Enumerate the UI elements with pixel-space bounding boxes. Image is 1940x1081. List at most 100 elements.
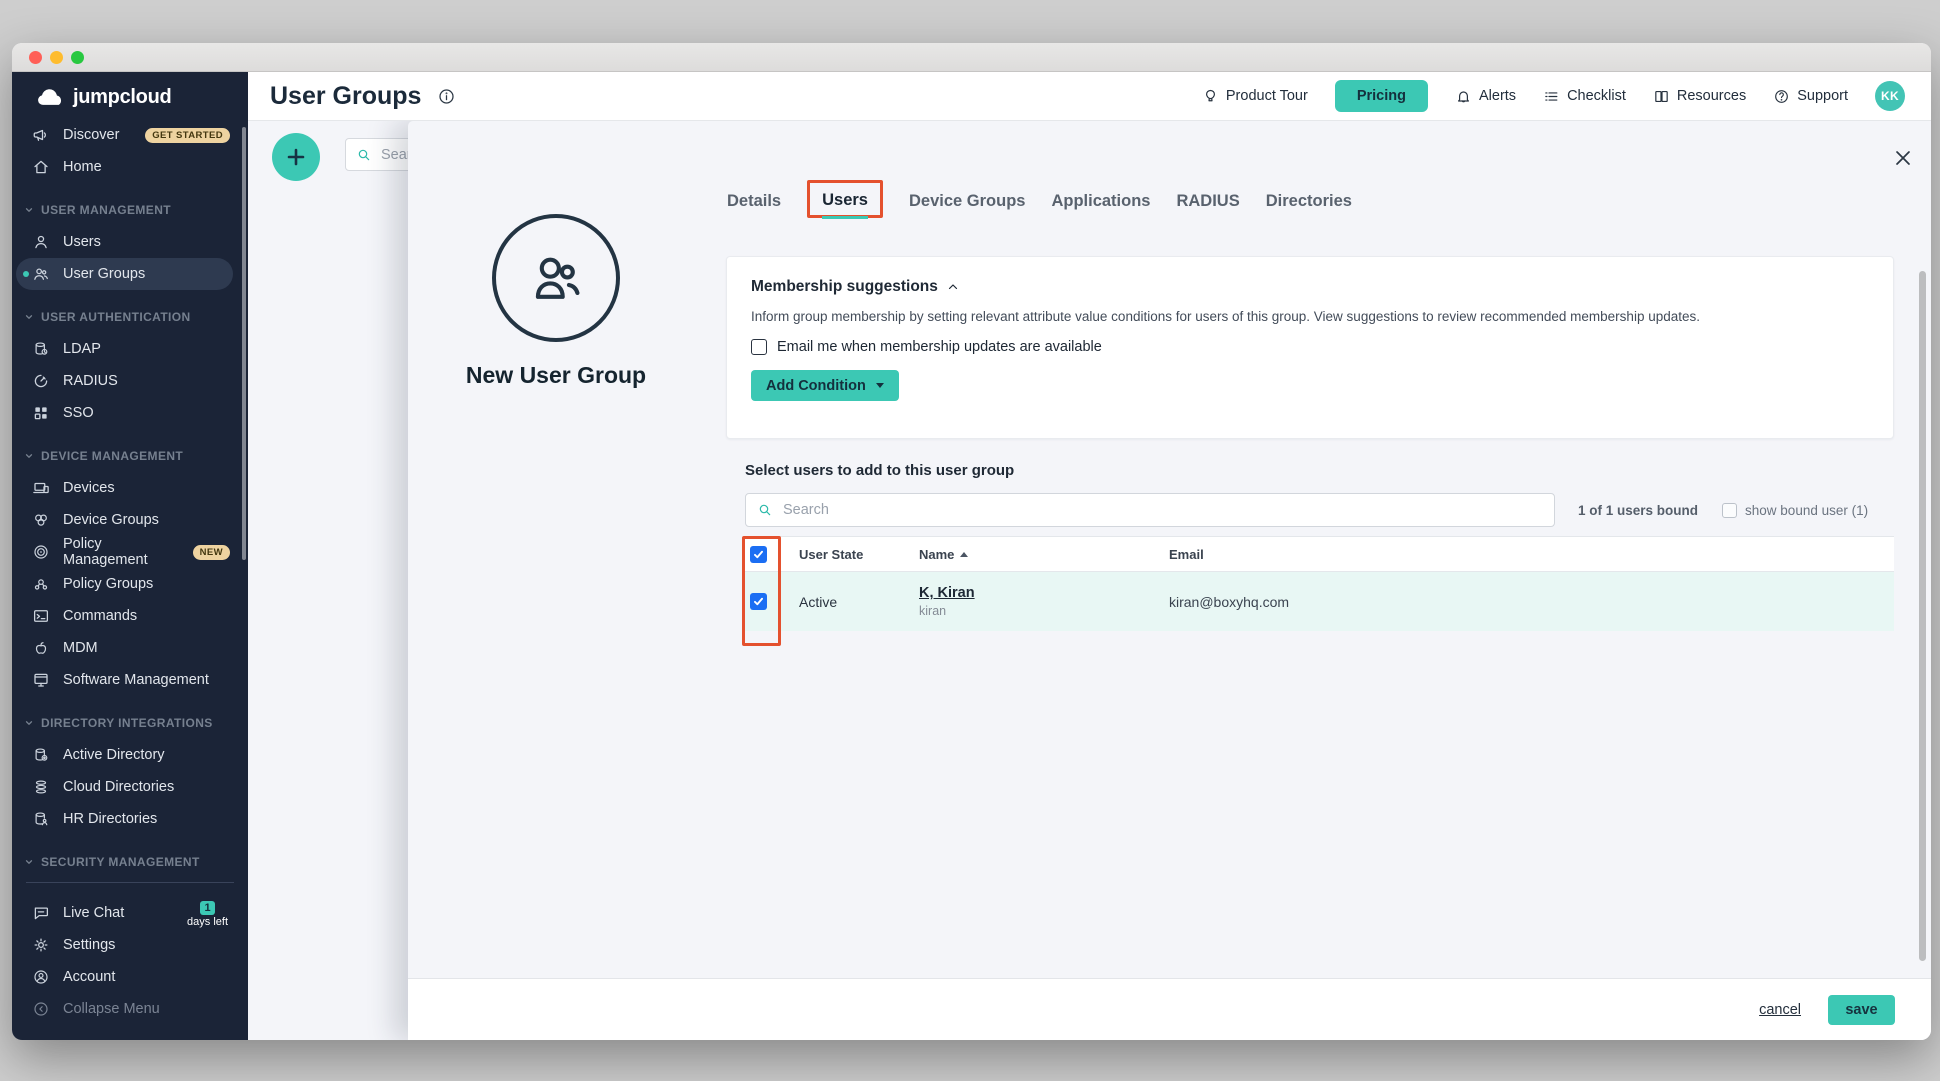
sidebar-section-device-management[interactable]: DEVICE MANAGEMENT <box>12 440 248 472</box>
sidebar-item-label: Settings <box>63 937 115 953</box>
window-minimize-button[interactable] <box>50 51 63 64</box>
resources-label: Resources <box>1677 88 1746 104</box>
tab-users[interactable]: Users <box>822 191 868 219</box>
email-updates-option[interactable]: Email me when membership updates are ava… <box>751 339 1869 355</box>
resources-button[interactable]: Resources <box>1653 88 1746 105</box>
account-icon <box>32 968 50 986</box>
column-email[interactable]: Email <box>1169 547 1894 562</box>
sidebar-item-device-groups[interactable]: Device Groups <box>12 504 248 536</box>
sidebar-item-label: HR Directories <box>63 811 157 827</box>
save-button[interactable]: save <box>1828 995 1895 1025</box>
add-user-group-button[interactable] <box>272 133 320 181</box>
section-label: DEVICE MANAGEMENT <box>41 449 183 463</box>
sidebar-scrollbar[interactable] <box>242 127 246 560</box>
tab-directories[interactable]: Directories <box>1266 192 1352 218</box>
user-group-detail-panel: New User Group Details Users Device Grou… <box>408 121 1931 1040</box>
sidebar-item-home[interactable]: Home <box>12 151 248 183</box>
info-icon[interactable] <box>437 87 456 106</box>
sidebar-item-label: Policy Groups <box>63 576 153 592</box>
ldap-database-icon <box>32 340 50 358</box>
sidebar-section-user-management[interactable]: USER MANAGEMENT <box>12 194 248 226</box>
tab-device-groups[interactable]: Device Groups <box>909 192 1025 218</box>
sso-grid-icon <box>32 404 50 422</box>
section-label: DIRECTORY INTEGRATIONS <box>41 716 213 730</box>
help-icon <box>1773 88 1790 105</box>
sidebar-item-hr-directories[interactable]: HR Directories <box>12 803 248 835</box>
user-name-link[interactable]: K, Kiran <box>919 585 1169 601</box>
get-started-badge: GET STARTED <box>145 128 230 143</box>
show-bound-checkbox[interactable] <box>1722 503 1737 518</box>
sidebar-item-policy-groups[interactable]: Policy Groups <box>12 568 248 600</box>
show-bound-option[interactable]: show bound user (1) <box>1722 503 1868 518</box>
chevron-down-icon <box>24 451 34 461</box>
user-state: Active <box>799 594 919 610</box>
user-groups-page: New User Group Details Users Device Grou… <box>248 121 1931 1040</box>
checklist-button[interactable]: Checklist <box>1543 88 1626 105</box>
trial-days-left: 1 days left <box>187 899 228 928</box>
sidebar-item-software-management[interactable]: Software Management <box>12 664 248 696</box>
support-button[interactable]: Support <box>1773 88 1848 105</box>
window-close-button[interactable] <box>29 51 42 64</box>
sidebar-item-account[interactable]: Account <box>12 961 248 993</box>
select-all-checkbox[interactable] <box>750 546 767 563</box>
chevron-down-icon <box>24 205 34 215</box>
caret-down-icon <box>876 383 884 388</box>
sidebar-item-collapse-menu[interactable]: Collapse Menu <box>12 993 248 1025</box>
user-group-circle-icon <box>492 214 620 342</box>
cloud-directories-icon <box>32 778 50 796</box>
row-checkbox[interactable] <box>750 593 767 610</box>
sidebar-item-devices[interactable]: Devices <box>12 472 248 504</box>
sidebar-divider <box>26 882 234 883</box>
tab-radius[interactable]: RADIUS <box>1176 192 1239 218</box>
membership-suggestions-toggle[interactable]: Membership suggestions <box>751 278 1869 296</box>
product-tour-button[interactable]: Product Tour <box>1202 88 1308 105</box>
sidebar-item-active-directory[interactable]: Active Directory <box>12 739 248 771</box>
sidebar-item-discover[interactable]: Discover GET STARTED <box>12 119 248 151</box>
tab-applications[interactable]: Applications <box>1051 192 1150 218</box>
sidebar-item-live-chat[interactable]: Live Chat 1 days left <box>12 897 248 929</box>
sidebar-item-label: MDM <box>63 640 98 656</box>
column-user-state[interactable]: User State <box>799 547 919 562</box>
product-tour-label: Product Tour <box>1226 88 1308 104</box>
add-condition-label: Add Condition <box>766 378 866 394</box>
sidebar-item-cloud-directories[interactable]: Cloud Directories <box>12 771 248 803</box>
users-search-input[interactable] <box>783 502 1543 518</box>
cancel-button[interactable]: cancel <box>1759 1002 1801 1018</box>
sidebar-section-security-management[interactable]: SECURITY MANAGEMENT <box>12 846 248 878</box>
sidebar: jumpcloud Discover GET STARTED Home <box>12 72 248 1040</box>
sidebar-item-users[interactable]: Users <box>12 226 248 258</box>
close-icon[interactable] <box>1892 147 1914 169</box>
sidebar-item-policy-management[interactable]: Policy Management NEW <box>12 536 248 568</box>
table-row[interactable]: Active K, Kiran kiran kiran@boxyhq.com <box>745 572 1894 631</box>
sidebar-item-label: Account <box>63 969 115 985</box>
sidebar-section-directory-integrations[interactable]: DIRECTORY INTEGRATIONS <box>12 707 248 739</box>
window-zoom-button[interactable] <box>71 51 84 64</box>
select-users-heading: Select users to add to this user group <box>745 462 1014 479</box>
jumpcloud-logo[interactable]: jumpcloud <box>12 72 248 113</box>
sidebar-item-commands[interactable]: Commands <box>12 600 248 632</box>
users-search[interactable] <box>745 493 1555 527</box>
app-window: jumpcloud Discover GET STARTED Home <box>12 43 1931 1040</box>
column-name[interactable]: Name <box>919 547 1169 562</box>
email-updates-checkbox[interactable] <box>751 339 767 355</box>
user-email: kiran@boxyhq.com <box>1169 594 1894 610</box>
alerts-button[interactable]: Alerts <box>1455 88 1516 105</box>
chat-bubble-icon <box>32 904 50 922</box>
sidebar-item-label: Active Directory <box>63 747 165 763</box>
pricing-button[interactable]: Pricing <box>1335 80 1428 112</box>
modal-scrollbar[interactable] <box>1919 271 1926 961</box>
avatar[interactable]: KK <box>1875 81 1905 111</box>
sidebar-item-sso[interactable]: SSO <box>12 397 248 429</box>
sidebar-item-label: Live Chat <box>63 905 124 921</box>
sidebar-item-ldap[interactable]: LDAP <box>12 333 248 365</box>
sidebar-item-user-groups[interactable]: User Groups <box>16 258 233 290</box>
membership-suggestions-card: Membership suggestions Inform group memb… <box>726 256 1894 439</box>
sidebar-item-settings[interactable]: Settings <box>12 929 248 961</box>
sidebar-section-user-authentication[interactable]: USER AUTHENTICATION <box>12 301 248 333</box>
sidebar-item-radius[interactable]: RADIUS <box>12 365 248 397</box>
chevron-up-icon <box>947 281 959 293</box>
checklist-icon <box>1543 88 1560 105</box>
sidebar-item-mdm[interactable]: MDM <box>12 632 248 664</box>
tab-details[interactable]: Details <box>727 192 781 218</box>
add-condition-button[interactable]: Add Condition <box>751 370 899 401</box>
